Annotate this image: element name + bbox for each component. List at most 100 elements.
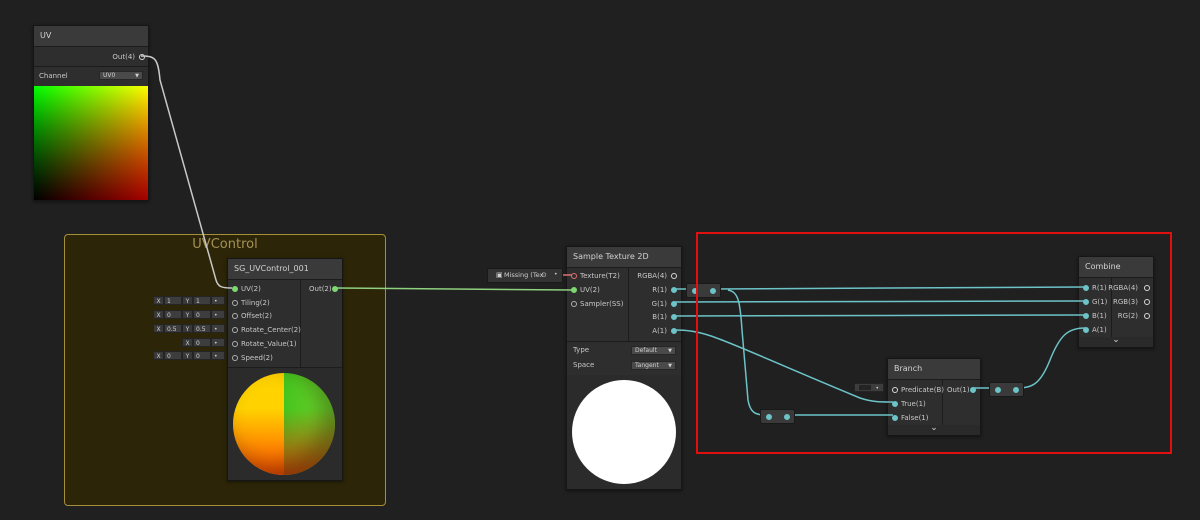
offset-y-field[interactable]: 0 (193, 310, 211, 319)
uvcontrol-preview (228, 368, 342, 480)
uv-out-port[interactable] (139, 54, 145, 60)
branch-true-port[interactable] (892, 401, 898, 407)
combine-a-port[interactable] (1083, 327, 1089, 333)
redirect-false-out-port[interactable] (784, 414, 790, 420)
sample-b-port[interactable] (671, 314, 677, 320)
uvcontrol-speed-port[interactable] (232, 355, 238, 361)
object-picker-icon[interactable]: ⊙ (541, 269, 547, 281)
sample-rgba-port[interactable] (671, 273, 677, 279)
white-sphere-preview (572, 380, 676, 484)
uv-node[interactable]: UV Out(4) Channel UV0 ▼ (33, 25, 149, 201)
offset-menu[interactable]: • (211, 310, 225, 319)
chevron-down-icon[interactable]: ⌄ (930, 423, 938, 433)
combine-node[interactable]: Combine R(1) G(1) B(1) A(1) RGBA(4) RGB(… (1078, 256, 1154, 348)
branch-false-port[interactable] (892, 415, 898, 421)
uvcontrol-subgraph-node[interactable]: SG_UVControl_001 UV(2) Tiling(2) Offset(… (227, 258, 343, 481)
sample-input-uv: UV(2) (580, 286, 600, 294)
wire-redirect-to-combine-r (712, 286, 1086, 290)
branch-input-predicate: Predicate(B) (901, 386, 944, 394)
sample-output-g: G(1) (651, 300, 667, 308)
branch-predicate-toggle[interactable]: • (854, 383, 884, 392)
redirect-node-r[interactable] (686, 283, 721, 298)
sample-r-port[interactable] (671, 287, 677, 293)
chevron-down-icon: ▼ (668, 348, 672, 354)
uv-channel-label: Channel (39, 72, 68, 80)
sample-output-rgba: RGBA(4) (637, 272, 667, 280)
branch-node[interactable]: Branch Predicate(B) True(1) False(1) Out… (887, 358, 981, 436)
chevron-down-icon[interactable]: ⌄ (1112, 335, 1120, 345)
sample-space-dropdown[interactable]: Tangent ▼ (631, 361, 676, 370)
sphere-preview (233, 373, 335, 475)
combine-g-port[interactable] (1083, 299, 1089, 305)
rotate-center-menu[interactable]: • (211, 324, 225, 333)
uvcontrol-out-port[interactable] (332, 286, 338, 292)
offset-x-axis: X (153, 310, 164, 319)
tiling-x-field[interactable]: 1 (164, 296, 182, 305)
redirect-out-in-port[interactable] (995, 387, 1001, 393)
uvcontrol-uv-port[interactable] (232, 286, 238, 292)
sample-type-label: Type (573, 346, 590, 354)
redirect-r-in-port[interactable] (692, 288, 698, 294)
sample-texture-2d-node[interactable]: Sample Texture 2D Texture(T2) UV(2) Samp… (566, 246, 682, 490)
tiling-menu[interactable]: • (211, 296, 225, 305)
combine-input-r: R(1) (1092, 284, 1107, 292)
combine-rgb-port[interactable] (1144, 299, 1150, 305)
branch-node-title: Branch (888, 359, 980, 380)
redirect-false-in-port[interactable] (766, 414, 772, 420)
tiling-y-field[interactable]: 1 (193, 296, 211, 305)
branch-input-true: True(1) (901, 400, 926, 408)
combine-rgba-port[interactable] (1144, 285, 1150, 291)
uv-node-title: UV (34, 26, 148, 47)
combine-b-port[interactable] (1083, 313, 1089, 319)
sample-texture-port[interactable] (571, 273, 577, 279)
wire-redirect-to-redirect (727, 289, 766, 416)
redirect-node-false[interactable] (760, 409, 795, 424)
uvcontrol-input-speed: Speed(2) (241, 354, 273, 362)
texture-menu-icon[interactable]: • (554, 269, 558, 281)
uv-out-label: Out(4) (112, 53, 135, 61)
checkbox-icon[interactable] (859, 385, 871, 390)
sample-g-port[interactable] (671, 301, 677, 307)
predicate-menu-icon[interactable]: • (875, 384, 879, 393)
texture-missing-field[interactable]: ▣ Missing (Tex ⊙ • (487, 268, 563, 283)
combine-input-a: A(1) (1092, 326, 1107, 334)
sample-type-value: Default (635, 347, 657, 354)
sample-uv-port[interactable] (571, 287, 577, 293)
sample-input-texture: Texture(T2) (580, 272, 620, 280)
combine-r-port[interactable] (1083, 285, 1089, 291)
uv-channel-value: UV0 (103, 72, 116, 79)
redirect-node-out[interactable] (989, 382, 1024, 397)
uvcontrol-node-title: SG_UVControl_001 (228, 259, 342, 280)
sample-sampler-port[interactable] (571, 301, 577, 307)
branch-predicate-port[interactable] (892, 387, 898, 393)
sample-type-dropdown[interactable]: Default ▼ (631, 346, 676, 355)
speed-y-field[interactable]: 0 (193, 351, 211, 360)
rotate-value-x-axis: X (182, 338, 193, 347)
offset-y-axis: Y (182, 310, 193, 319)
redirect-out-out-port[interactable] (1013, 387, 1019, 393)
speed-menu[interactable]: • (211, 351, 225, 360)
rotate-center-x-field[interactable]: 0.5 (164, 324, 182, 333)
uvcontrol-input-uv: UV(2) (241, 285, 261, 293)
rotate-center-x-axis: X (153, 324, 164, 333)
uvcontrol-offset-port[interactable] (232, 313, 238, 319)
combine-rg-port[interactable] (1144, 313, 1150, 319)
uvcontrol-output-label: Out(2) (309, 285, 332, 293)
speed-x-field[interactable]: 0 (164, 351, 182, 360)
offset-x-field[interactable]: 0 (164, 310, 182, 319)
sample-node-title: Sample Texture 2D (567, 247, 681, 268)
uvcontrol-tiling-port[interactable] (232, 300, 238, 306)
uv-channel-dropdown[interactable]: UV0 ▼ (99, 71, 143, 80)
sample-output-a: A(1) (652, 327, 667, 335)
combine-input-b: B(1) (1092, 312, 1107, 320)
redirect-r-out-port[interactable] (710, 288, 716, 294)
tiling-y-axis: Y (182, 296, 193, 305)
branch-out-port[interactable] (970, 387, 976, 393)
rotate-value-field[interactable]: 0 (193, 338, 211, 347)
uvcontrol-rotate-value-port[interactable] (232, 341, 238, 347)
rotate-value-menu[interactable]: • (211, 338, 225, 347)
rotate-center-y-field[interactable]: 0.5 (193, 324, 211, 333)
sample-a-port[interactable] (671, 328, 677, 334)
uvcontrol-rotate-center-port[interactable] (232, 327, 238, 333)
speed-y-axis: Y (182, 351, 193, 360)
